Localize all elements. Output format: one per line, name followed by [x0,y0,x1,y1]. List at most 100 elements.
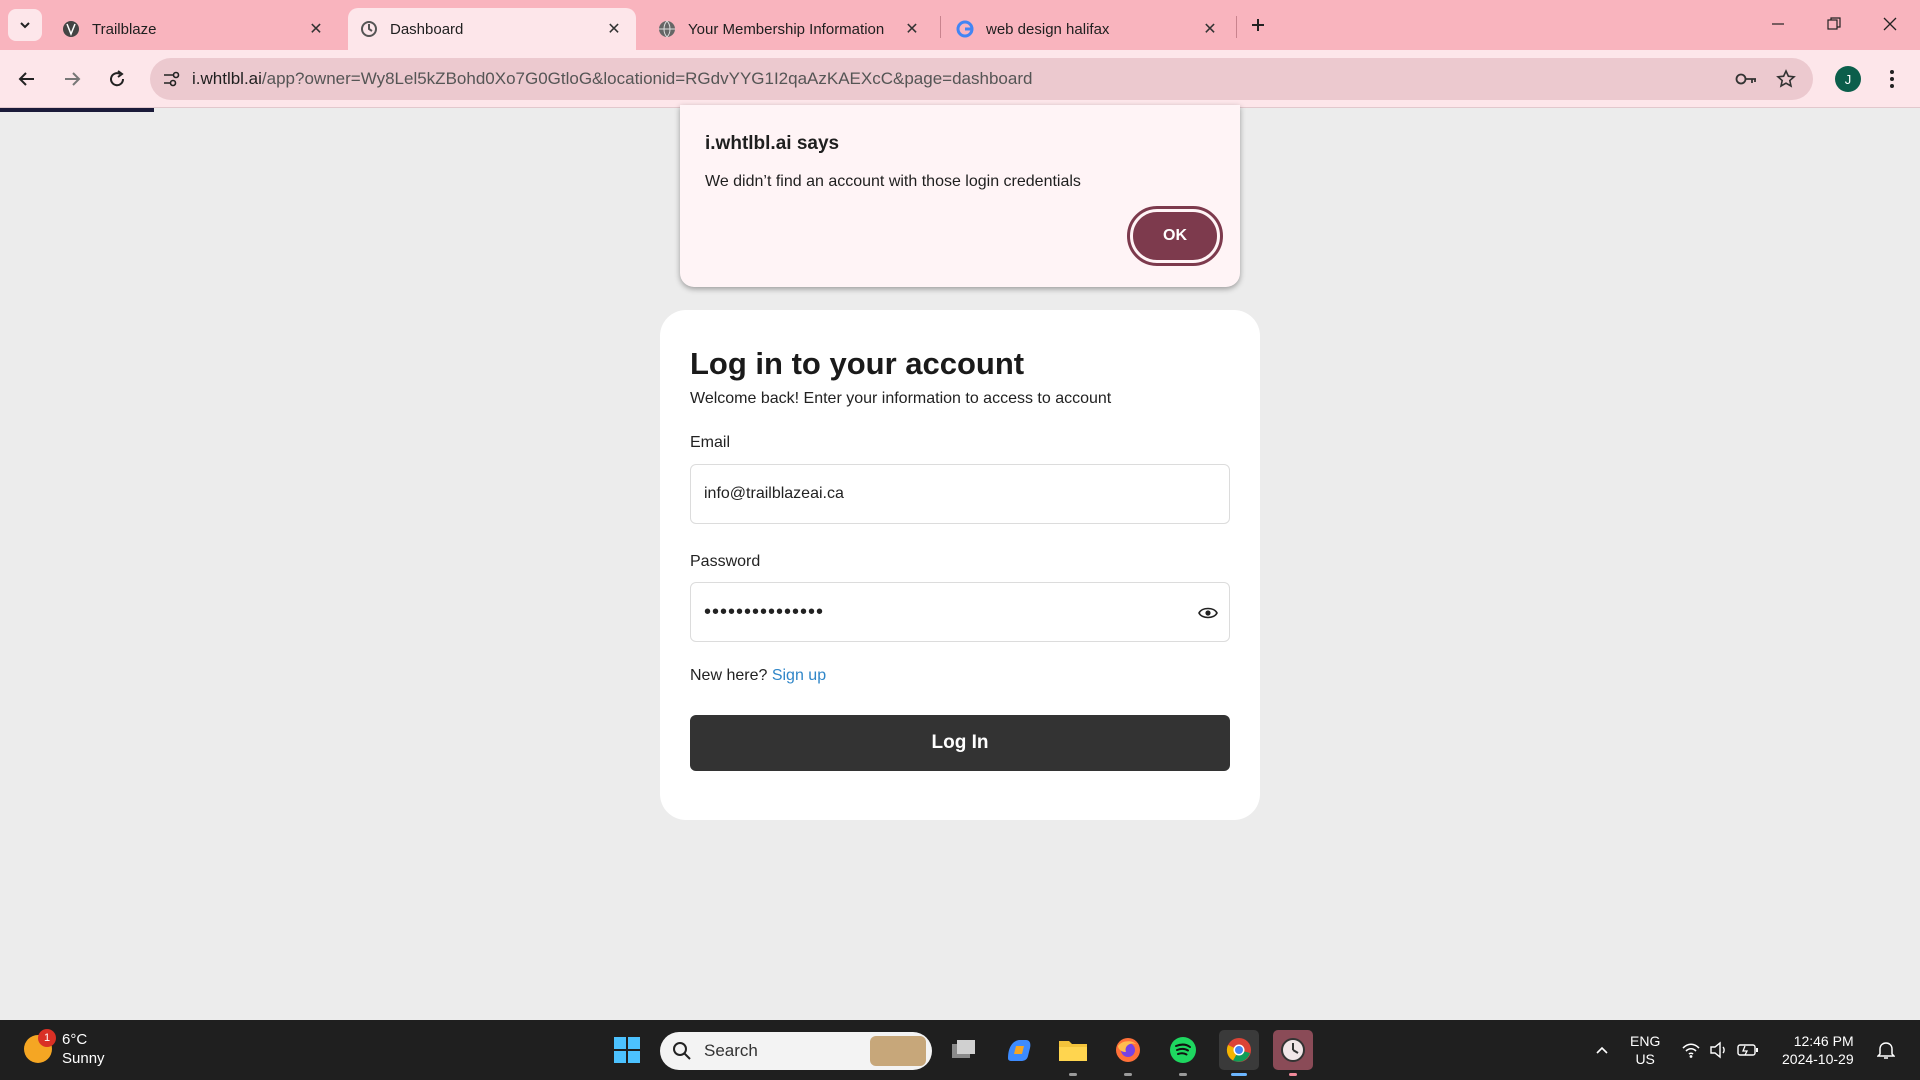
address-bar[interactable]: i.whtlbl.ai/app?owner=Wy8Lel5kZBohd0Xo7G… [150,58,1813,100]
arrow-right-icon [65,72,81,86]
close-tab-icon[interactable]: ✕ [604,19,624,39]
task-view-button[interactable] [944,1030,984,1070]
chevron-down-icon [20,22,30,29]
clock-date: 2024-10-29 [1782,1051,1854,1067]
bell-icon [1877,1042,1895,1059]
new-tab-button[interactable] [1245,12,1271,38]
back-button[interactable] [11,63,43,95]
running-indicator [1289,1073,1297,1076]
forward-button[interactable] [56,63,88,95]
minimize-icon [1772,23,1784,25]
windows-logo-icon [614,1037,640,1063]
page-title: Log in to your account [690,346,1025,381]
battery-icon [1737,1044,1758,1056]
password-key-icon[interactable] [1730,63,1762,95]
active-indicator [1231,1073,1247,1076]
chrome-button[interactable] [1219,1030,1259,1076]
search-icon [673,1042,691,1060]
eye-icon[interactable] [1195,600,1221,626]
url-path: /app?owner=Wy8Lel5kZBohd0Xo7G0GtloG&loca… [261,69,1033,88]
copilot-button[interactable] [999,1030,1039,1070]
language-indicator[interactable]: ENG US [1630,1032,1660,1068]
url-host: i.whtlbl.ai [192,69,262,88]
login-card: Log in to your account Welcome back! Ent… [660,310,1260,820]
password-label: Password [690,553,761,570]
close-tab-icon[interactable]: ✕ [1200,19,1220,39]
arrow-left-icon [18,72,34,86]
restore-icon [1827,17,1841,30]
notifications-button[interactable] [1866,1030,1906,1070]
tab-separator [940,16,941,38]
firefox-icon [1116,1038,1140,1062]
password-field[interactable]: ••••••••••••••• [690,582,1230,642]
more-vertical-icon [1890,70,1894,88]
tab-membership[interactable]: Your Membership Information ✕ [646,8,934,50]
page-subtitle: Welcome back! Enter your information to … [690,390,1112,407]
search-highlight-image [870,1036,926,1066]
restore-button[interactable] [1814,8,1854,40]
dialog-message: We didn’t find an account with those log… [705,173,1081,190]
sun-icon: 1 [24,1029,56,1063]
tab-google-search[interactable]: web design halifax ✕ [944,8,1232,50]
running-indicator [1124,1073,1132,1076]
spotify-button[interactable] [1163,1030,1203,1076]
sign-up-link[interactable]: Sign up [772,667,826,684]
tab-search-button[interactable] [8,9,42,41]
taskbar: 1 6°C Sunny Search ENG US 12:46 PM 2024-… [0,1020,1920,1080]
folder-icon [1059,1041,1087,1061]
dashboard-favicon-icon [360,20,378,38]
new-here-text: New here? [690,667,768,684]
trailblaze-favicon-icon [62,20,80,38]
notification-badge: 1 [38,1029,56,1047]
google-icon [956,20,974,38]
volume-icon [1710,1041,1725,1059]
taskbar-clock[interactable]: 12:46 PM 2024-10-29 [1782,1032,1854,1068]
file-explorer-button[interactable] [1053,1030,1093,1076]
globe-icon [658,20,676,38]
taskbar-search[interactable]: Search [660,1032,932,1070]
start-button[interactable] [607,1030,647,1070]
minimize-button[interactable] [1758,8,1798,40]
chevron-up-icon [1596,1046,1608,1054]
reload-button[interactable] [101,63,133,95]
browser-menu-button[interactable] [1880,63,1904,95]
tab-title: web design halifax [986,20,1110,38]
alert-dialog: i.whtlbl.ai says We didn’t find an accou… [680,105,1240,287]
tab-title: Trailblaze [92,20,157,38]
quick-settings-button[interactable] [1677,1030,1763,1070]
tab-trailblaze[interactable]: Trailblaze ✕ [50,8,338,50]
running-indicator [1179,1073,1187,1076]
chrome-icon [1226,1038,1251,1062]
running-indicator [1069,1073,1077,1076]
close-tab-icon[interactable]: ✕ [902,19,922,39]
weather-desc: Sunny [62,1050,105,1067]
login-button[interactable]: Log In [690,715,1230,771]
bookmark-star-icon[interactable] [1770,63,1802,95]
weather-widget[interactable]: 1 6°C Sunny [24,1029,105,1068]
copilot-icon [1008,1040,1031,1061]
browser-toolbar: i.whtlbl.ai/app?owner=Wy8Lel5kZBohd0Xo7G… [0,50,1920,108]
dialog-ok-button[interactable]: OK [1127,206,1223,266]
tab-title: Your Membership Information [688,20,885,38]
password-value: ••••••••••••••• [704,600,825,623]
close-tab-icon[interactable]: ✕ [306,19,326,39]
tray-overflow-button[interactable] [1582,1030,1622,1070]
email-label: Email [690,434,731,451]
url-text[interactable]: i.whtlbl.ai/app?owner=Wy8Lel5kZBohd0Xo7G… [192,69,1032,89]
tab-separator [1236,16,1237,38]
close-window-button[interactable] [1870,8,1910,40]
region-code: US [1635,1051,1655,1067]
email-field[interactable]: info@trailblazeai.ca [690,464,1230,524]
plus-icon [1252,19,1264,31]
dialog-title: i.whtlbl.ai says [705,133,840,154]
site-info-icon[interactable] [150,58,192,100]
clock-icon [1281,1038,1305,1062]
close-icon [1883,17,1897,31]
weather-temp: 6°C [62,1031,88,1048]
spotify-icon [1170,1037,1196,1063]
profile-avatar[interactable]: J [1835,66,1861,92]
firefox-button[interactable] [1108,1030,1148,1076]
page-load-indicator [0,108,154,112]
tab-dashboard[interactable]: Dashboard ✕ [348,8,636,50]
clock-app-button[interactable] [1273,1030,1313,1076]
